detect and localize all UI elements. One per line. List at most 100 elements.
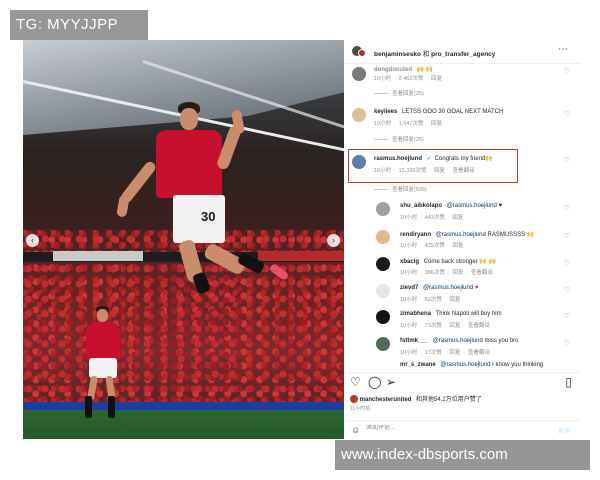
replier-avatar[interactable] <box>376 202 390 216</box>
like-heart-icon[interactable]: ♡ <box>564 312 570 320</box>
reply-mention[interactable]: @rasmus.hoejlund <box>423 285 473 291</box>
reply-line: zievd7 @rasmus.hoejlund ♥ <box>400 285 478 291</box>
player-sock <box>108 396 115 418</box>
reply-line: rendiryann @rasmus.hoejlund RASMUSSSS 🙌 <box>400 231 534 238</box>
comment-username[interactable]: rasmus.hoejlund <box>374 156 422 162</box>
comment-likes[interactable]: 1,547次赞 <box>399 121 424 127</box>
reply-meta: 10小时 386次赞 回复 查看翻译 <box>400 268 499 276</box>
commenter-avatar[interactable] <box>352 155 366 169</box>
reply-username[interactable]: shu_aibkolapo <box>400 203 442 209</box>
share-icon[interactable]: ➢ <box>386 375 396 389</box>
reply-reply-button[interactable]: 回复 <box>452 270 463 276</box>
view-replies-link[interactable]: 查看回复(25) <box>374 89 424 97</box>
like-heart-icon[interactable]: ♡ <box>564 204 570 212</box>
tg-banner: TG: MYYJJPP <box>10 10 148 40</box>
post-comment-button[interactable]: 发布 <box>558 426 570 435</box>
add-comment-input[interactable] <box>366 425 526 431</box>
reply-likes[interactable]: 82次赞 <box>425 297 442 303</box>
replier-avatar[interactable] <box>376 257 390 271</box>
reply-likes[interactable]: 425次赞 <box>425 243 445 249</box>
reply-line: xbacig Come back stronger 🙌 🙌 <box>400 258 496 265</box>
reply-translate-link[interactable]: 查看翻译 <box>468 350 490 356</box>
comment-text: 🙌 🙌 <box>416 67 434 73</box>
save-bookmark-icon[interactable]: ▯ <box>565 375 572 389</box>
reply-line: zimabhena Think Napoli will buy him <box>400 311 502 317</box>
view-replies-link[interactable]: 查看回复(25) <box>374 135 424 143</box>
reply-time: 10小时 <box>400 297 418 303</box>
likes-summary: manchesterunited 和其他54.2万位用户赞了 <box>350 394 482 404</box>
reply-reply-button[interactable]: 回复 <box>452 215 463 221</box>
prev-photo-button[interactable]: ‹ <box>26 234 39 247</box>
screenshot: TG: MYYJJPP 30 ‹ › benjaminsesko 和 pro_t… <box>0 0 600 480</box>
post-photo[interactable]: 30 ‹ › <box>23 40 344 439</box>
reply-translate-link[interactable]: 查看翻译 <box>468 323 490 329</box>
like-heart-icon[interactable]: ♡ <box>564 110 570 118</box>
reply-reply-button[interactable]: 回复 <box>449 297 460 303</box>
reply-username[interactable]: zimabhena <box>400 311 431 317</box>
author-username[interactable]: benjaminsesko <box>374 51 421 58</box>
site-watermark: www.index-dbsports.com <box>335 440 590 470</box>
comment-text: Congrats my friend🙌 <box>434 156 493 162</box>
background-player <box>23 40 344 439</box>
like-heart-icon[interactable]: ♡ <box>564 286 570 294</box>
reply-text: RASMUSSSS 🙌 <box>487 232 535 238</box>
reply-item: zievd7 @rasmus.hoejlund ♥ 10小时 82次赞 回复 ♡ <box>344 282 580 306</box>
likes-text[interactable]: 和其他54.2万位用户赞了 <box>416 397 482 403</box>
comment-meta: 10小时 15,320次赞 回复 查看翻译 <box>374 166 481 174</box>
reply-username[interactable]: rendiryann <box>400 232 431 238</box>
commenter-avatar[interactable] <box>352 67 366 81</box>
reply-mention[interactable]: @rasmus.hoejlund <box>440 362 490 368</box>
comment-reply-button[interactable]: 回复 <box>431 76 442 82</box>
reply-text: ♥ <box>474 285 479 291</box>
reply-item: shu_aibkolapo @rasmus.hoejlund ♥ 10小时 44… <box>344 200 580 224</box>
reply-username[interactable]: zievd7 <box>400 285 418 291</box>
coauthor-avatar[interactable] <box>358 49 366 57</box>
comment-item: dongducuted 🙌 🙌 10小时 2,462次赞 回复 ♡ 查看回复(2… <box>344 64 580 102</box>
reply-likes[interactable]: 17次赞 <box>425 350 442 356</box>
like-heart-icon[interactable]: ♡ <box>564 232 570 240</box>
reply-mention[interactable]: @rasmus.hoejlund <box>447 203 497 209</box>
reply-likes[interactable]: 386次赞 <box>425 270 445 276</box>
like-icon[interactable]: ♡ <box>350 375 361 389</box>
comments-panel: benjaminsesko 和 pro_transfer_agency ⋯ do… <box>344 40 580 439</box>
player-sock <box>85 396 92 418</box>
like-heart-icon[interactable]: ♡ <box>564 67 570 75</box>
reply-username[interactable]: mr_s_zwane <box>400 362 436 368</box>
replier-avatar[interactable] <box>376 310 390 324</box>
author-conjunction: 和 <box>422 51 430 58</box>
comment-username[interactable]: dongducuted <box>374 67 412 73</box>
comment-likes[interactable]: 2,462次赞 <box>399 76 424 82</box>
reply-likes[interactable]: 443次赞 <box>425 215 445 221</box>
reply-mention[interactable]: @rasmus.hoejlund <box>436 232 486 238</box>
comment-likes[interactable]: 15,320次赞 <box>399 168 427 174</box>
reply-username[interactable]: fsttmk___ <box>400 338 428 344</box>
reply-reply-button[interactable]: 回复 <box>449 350 460 356</box>
reply-meta: 10小时 73次赞 回复 查看翻译 <box>400 321 496 329</box>
reply-reply-button[interactable]: 回复 <box>452 243 463 249</box>
comment-translate-link[interactable]: 查看翻译 <box>453 168 475 174</box>
next-photo-button[interactable]: › <box>327 234 340 247</box>
comment-username[interactable]: keyliees <box>374 109 397 115</box>
reply-username[interactable]: xbacig <box>400 259 419 265</box>
replier-avatar[interactable] <box>376 230 390 244</box>
liker-username[interactable]: manchesterunited <box>360 397 412 403</box>
like-heart-icon[interactable]: ♡ <box>564 156 570 164</box>
reply-reply-button[interactable]: 回复 <box>449 323 460 329</box>
commenter-avatar[interactable] <box>352 108 366 122</box>
reply-mention[interactable]: @rasmus.hoejlund <box>433 338 483 344</box>
replier-avatar[interactable] <box>376 337 390 351</box>
comment-reply-button[interactable]: 回复 <box>431 121 442 127</box>
like-heart-icon[interactable]: ♡ <box>564 259 570 267</box>
comment-icon[interactable]: ◯ <box>368 375 381 389</box>
view-replies-link[interactable]: 查看回复(536) <box>374 185 427 193</box>
comment-reply-button[interactable]: 回复 <box>434 168 445 174</box>
coauthor-username[interactable]: pro_transfer_agency <box>431 51 495 58</box>
reply-likes[interactable]: 73次赞 <box>425 323 442 329</box>
emoji-icon[interactable]: ☺ <box>351 425 360 435</box>
reply-translate-link[interactable]: 查看翻译 <box>471 270 493 276</box>
replier-avatar[interactable] <box>376 284 390 298</box>
comment-line: dongducuted 🙌 🙌 <box>374 66 433 73</box>
like-heart-icon[interactable]: ♡ <box>564 339 570 347</box>
more-options-icon[interactable]: ⋯ <box>558 44 568 55</box>
post-header: benjaminsesko 和 pro_transfer_agency ⋯ <box>344 40 580 64</box>
